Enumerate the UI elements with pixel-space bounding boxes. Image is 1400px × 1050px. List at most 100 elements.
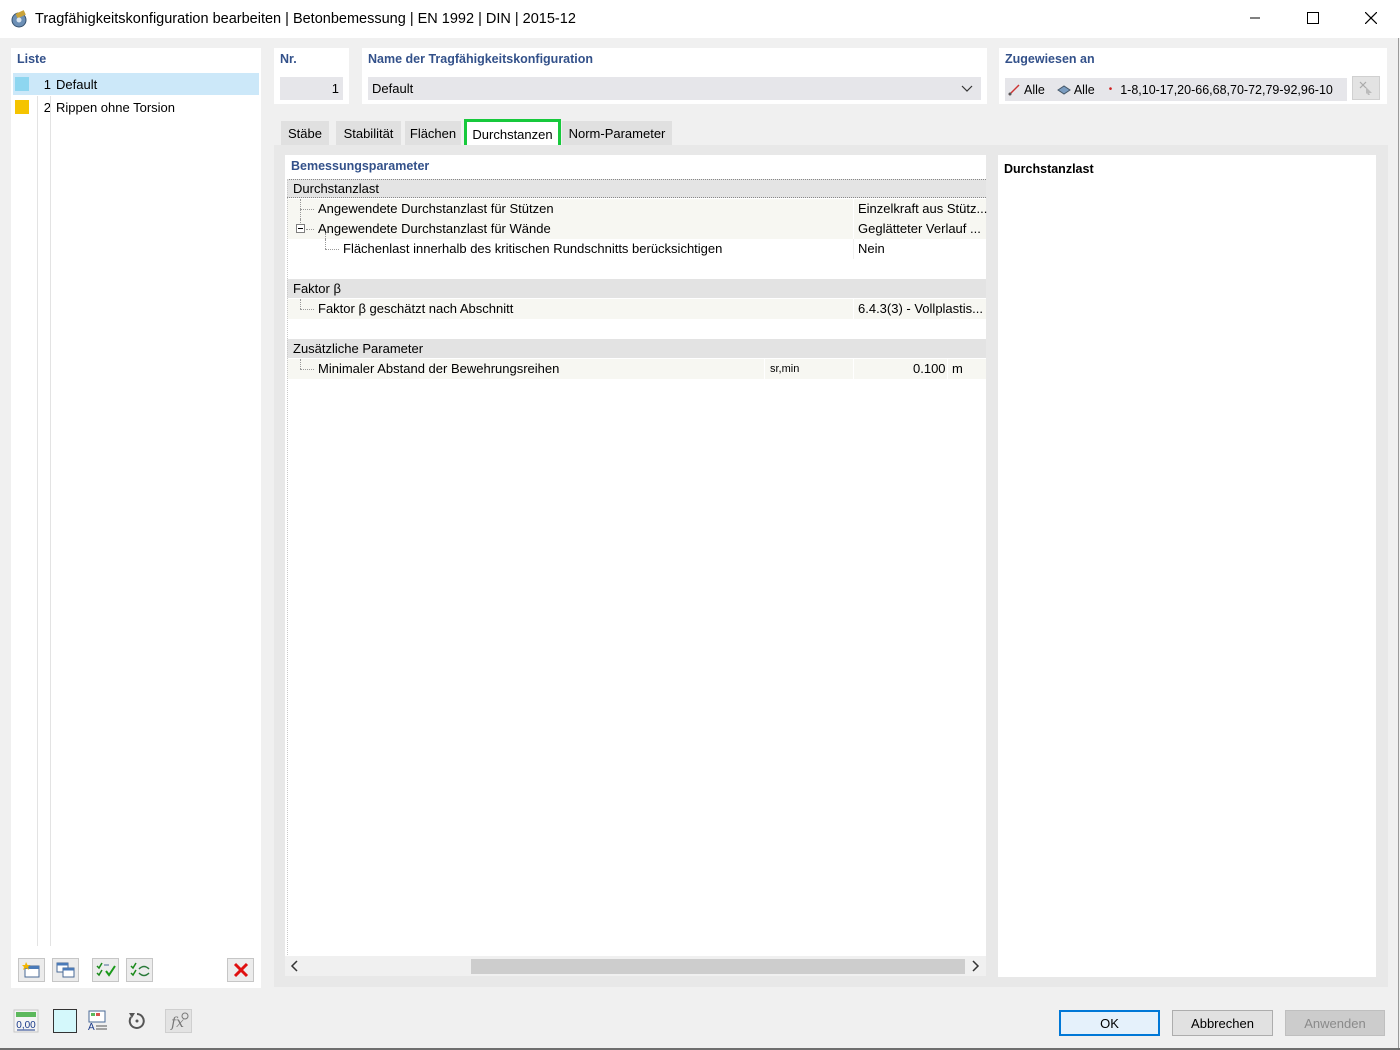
check-swap-icon [129, 962, 150, 977]
param-row-waende[interactable]: Angewendete Durchstanzlast für Wände Geg… [287, 219, 986, 239]
tab-stabilitaet[interactable]: Stabilität [336, 121, 401, 145]
param-unit: m [952, 361, 963, 376]
tree-line [300, 359, 301, 369]
maximize-icon [1307, 12, 1319, 24]
formula-icon: fx [170, 1012, 188, 1031]
scroll-left-icon[interactable] [290, 960, 300, 972]
color-swatch [15, 100, 29, 114]
param-value[interactable]: Einzelkraft aus Stütz... [858, 201, 987, 216]
tab-flaechen[interactable]: Flächen [405, 121, 461, 145]
parameter-grid: Bemessungsparameter Durchstanzlast Angew… [285, 155, 987, 975]
tree-line [300, 299, 301, 309]
pick-button[interactable] [1352, 76, 1380, 100]
color-button[interactable] [53, 1009, 77, 1033]
list-item-name: Default [56, 76, 98, 92]
display-settings-button[interactable]: A [83, 1009, 110, 1033]
minimize-button[interactable] [1226, 0, 1284, 36]
param-symbol: sr,min [770, 363, 800, 375]
param-label: Minimaler Abstand der Bewehrungsreihen [318, 361, 560, 376]
description-panel: Durchstanzlast [998, 155, 1376, 977]
nr-label: Nr. [280, 52, 297, 66]
tree-line [300, 209, 314, 210]
name-value: Default [372, 81, 414, 96]
list-item-num: 1 [43, 76, 51, 92]
refresh-icon [128, 1013, 145, 1029]
apply-button[interactable]: Anwenden [1285, 1010, 1385, 1036]
svg-text:A: A [88, 1022, 95, 1032]
close-icon [1365, 12, 1377, 24]
new-item-icon [21, 962, 39, 978]
copy-icon [56, 962, 74, 978]
color-swatch [15, 77, 29, 91]
check-toggle-button[interactable] [126, 958, 153, 982]
assigned-field[interactable]: Alle Alle • 1-8,10-17,20-66,68,70-72,79-… [1005, 78, 1347, 101]
window-border [1398, 38, 1399, 1050]
minimize-icon [1250, 17, 1260, 19]
node-icon: • [1108, 84, 1113, 95]
description-title: Durchstanzlast [1004, 162, 1094, 176]
param-value[interactable]: Nein [858, 241, 885, 256]
assigned-label: Zugewiesen an [1005, 52, 1095, 66]
tree-line [300, 309, 314, 310]
param-row-flaechenlast[interactable]: Flächenlast innerhalb des kritischen Run… [287, 239, 986, 259]
param-label: Faktor β geschätzt nach Abschnitt [318, 301, 514, 316]
pick-cursor-icon [1359, 81, 1372, 95]
formula-button[interactable]: fx [165, 1009, 192, 1033]
delete-icon [233, 962, 248, 978]
group-zusaetzliche-parameter[interactable]: Zusätzliche Parameter [287, 339, 986, 358]
tree-line [325, 239, 326, 249]
checklist-icon [95, 962, 116, 977]
list-item-name: Rippen ohne Torsion [56, 99, 176, 115]
ok-button[interactable]: OK [1059, 1010, 1160, 1036]
grid-heading: Bemessungsparameter [291, 159, 430, 173]
param-row-min-abstand[interactable]: Minimaler Abstand der Bewehrungsreihen s… [287, 359, 986, 379]
member-icon [1008, 83, 1020, 96]
name-combobox[interactable]: Default [368, 77, 981, 100]
grid-left-border [287, 179, 288, 975]
svg-text:0,00: 0,00 [16, 1020, 36, 1031]
delete-item-button[interactable] [227, 958, 254, 982]
maximize-button[interactable] [1284, 0, 1342, 36]
group-durchstanzlast[interactable]: Durchstanzlast [287, 179, 986, 198]
title-bar: Tragfähigkeitskonfiguration bearbeiten |… [0, 0, 1400, 38]
param-label: Angewendete Durchstanzlast für Stützen [318, 201, 554, 216]
tab-staebe[interactable]: Stäbe [281, 121, 329, 145]
list-item-default[interactable]: 1 Default [13, 73, 259, 95]
list-item-num: 2 [43, 99, 51, 115]
tree-line [306, 229, 314, 230]
app-icon [11, 10, 27, 28]
check-all-button[interactable] [92, 958, 119, 982]
list-panel [11, 48, 261, 988]
assigned-surfaces: 1-8,10-17,20-66,68,70-72,79-92,96-10 [1120, 82, 1333, 97]
scrollbar-thumb[interactable] [471, 959, 965, 974]
reset-button[interactable] [123, 1009, 150, 1033]
tab-norm-parameter[interactable]: Norm-Parameter [562, 121, 672, 145]
horizontal-scrollbar[interactable] [285, 956, 986, 976]
window-title: Tragfähigkeitskonfiguration bearbeiten |… [35, 11, 576, 27]
group-faktor-beta[interactable]: Faktor β [287, 279, 986, 298]
param-label: Angewendete Durchstanzlast für Wände [318, 221, 551, 236]
chevron-down-icon [961, 85, 973, 92]
param-value[interactable]: 0.100 [913, 361, 946, 376]
tree-line [325, 249, 339, 250]
list-label: Liste [17, 52, 47, 66]
close-button[interactable] [1342, 0, 1400, 36]
param-value[interactable]: Geglätteter Verlauf ... [858, 221, 981, 236]
cancel-button[interactable]: Abbrechen [1172, 1010, 1273, 1036]
surface-icon [1056, 84, 1071, 95]
display-settings-icon: A [88, 1010, 107, 1032]
list-guide-line [50, 96, 51, 946]
scroll-right-icon[interactable] [970, 960, 980, 972]
param-value[interactable]: 6.4.3(3) - Vollplastis... [858, 301, 983, 316]
assigned-members: Alle [1024, 82, 1045, 97]
collapse-icon[interactable] [296, 224, 305, 233]
list-guide-line [37, 96, 38, 946]
nr-field[interactable]: 1 [280, 77, 343, 100]
copy-item-button[interactable] [52, 958, 79, 982]
decimal-units-icon: 0,00 [13, 1009, 38, 1033]
units-button[interactable]: 0,00 [12, 1009, 39, 1033]
name-label: Name der Tragfähigkeitskonfiguration [368, 52, 594, 66]
param-row-stuetzen[interactable]: Angewendete Durchstanzlast für Stützen E… [287, 199, 987, 219]
param-row-faktor-beta[interactable]: Faktor β geschätzt nach Abschnitt 6.4.3(… [287, 299, 986, 319]
new-item-button[interactable] [18, 958, 45, 982]
